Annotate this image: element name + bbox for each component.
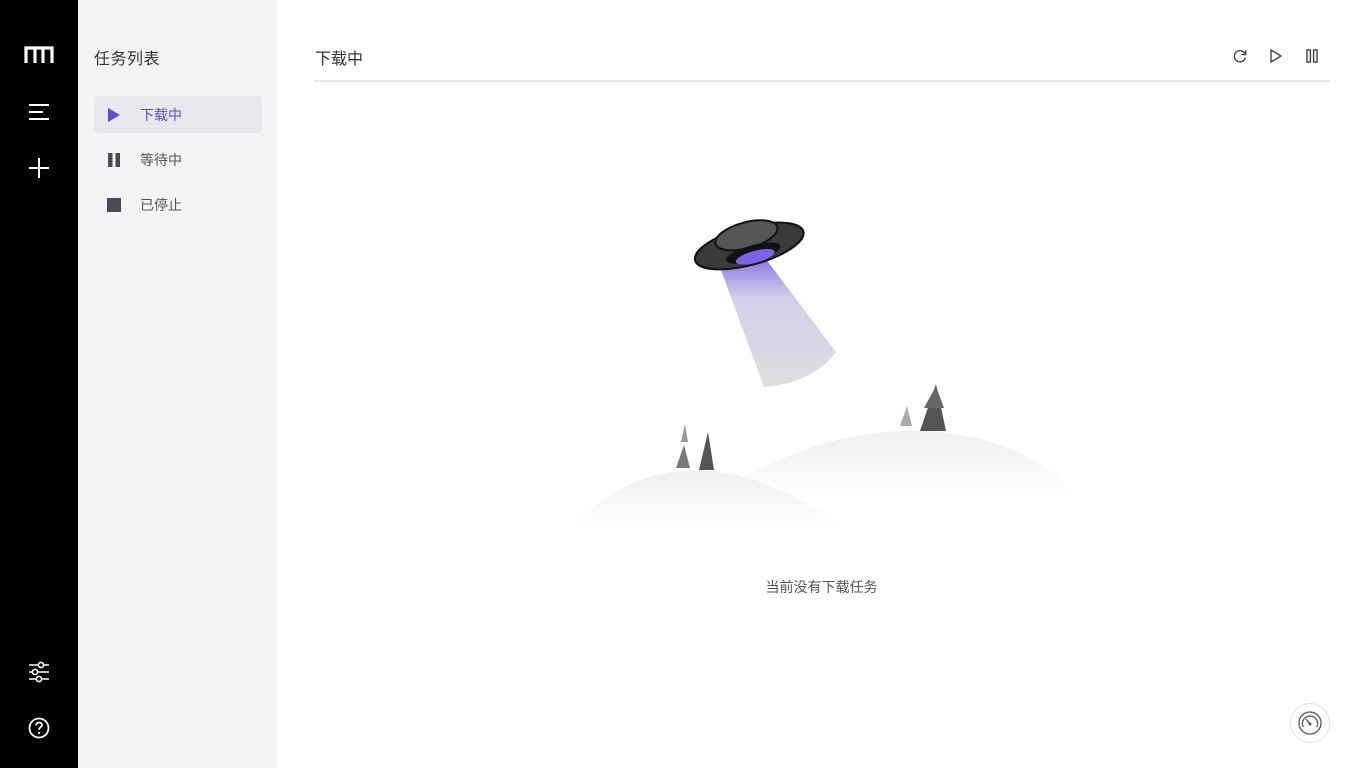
sidebar-item-stopped[interactable]: 已停止 (94, 186, 262, 223)
help-icon[interactable] (19, 708, 59, 748)
refresh-button[interactable] (1222, 44, 1258, 68)
resume-all-button[interactable] (1258, 44, 1294, 68)
refresh-icon (1233, 49, 1247, 63)
sidebar-item-label: 等待中 (140, 152, 182, 169)
sidebar-item-downloading[interactable]: 下载中 (94, 96, 262, 133)
speedometer-icon (1298, 711, 1322, 735)
sidebar-title: 任务列表 (94, 49, 161, 68)
sidebar-item-label: 下载中 (140, 107, 182, 124)
page-title: 下载中 (315, 49, 364, 68)
stop-icon (106, 197, 122, 213)
task-toolbar (1222, 44, 1330, 68)
sidebar-item-label: 已停止 (140, 197, 182, 214)
pause-all-button[interactable] (1294, 44, 1330, 68)
app-window: 任务列表 下载中 等待中 已停止 下载中 当前没有下载任务 (0, 0, 1365, 768)
play-icon (106, 107, 122, 123)
motrix-logo-icon[interactable] (19, 35, 59, 75)
speedometer-button[interactable] (1290, 703, 1330, 743)
task-list-icon[interactable] (19, 92, 59, 132)
pause-icon (106, 152, 122, 168)
add-task-icon[interactable] (19, 148, 59, 188)
main-header: 下载中 (314, 36, 1330, 82)
empty-state-text: 当前没有下载任务 (765, 580, 878, 596)
preferences-icon[interactable] (19, 652, 59, 692)
sidebar-item-waiting[interactable]: 等待中 (94, 141, 262, 178)
task-nav: 下载中 等待中 已停止 (94, 96, 262, 231)
main-panel: 下载中 当前没有下载任务 (278, 0, 1365, 768)
icon-rail (0, 0, 78, 768)
task-sidebar: 任务列表 下载中 等待中 已停止 (78, 0, 278, 768)
empty-illustration (564, 210, 1084, 540)
resume-all-icon (1270, 49, 1282, 63)
pause-all-icon (1306, 49, 1318, 63)
